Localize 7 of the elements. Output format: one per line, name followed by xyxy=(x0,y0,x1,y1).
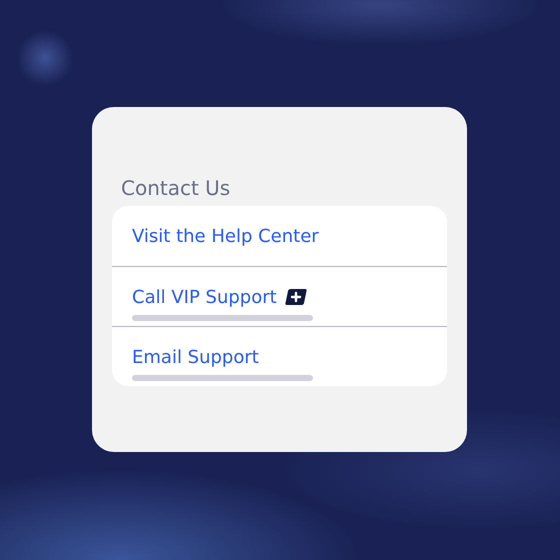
option-row[interactable]: Call VIP Support xyxy=(112,266,447,326)
option-row[interactable]: Email Support xyxy=(112,326,447,386)
option-row[interactable]: Visit the Help Center xyxy=(112,206,447,266)
contact-link[interactable]: Email Support xyxy=(132,346,259,368)
section-title: Contact Us xyxy=(120,175,232,202)
contact-link[interactable]: Call VIP Support xyxy=(132,286,277,308)
contact-link[interactable]: Visit the Help Center xyxy=(132,226,319,246)
